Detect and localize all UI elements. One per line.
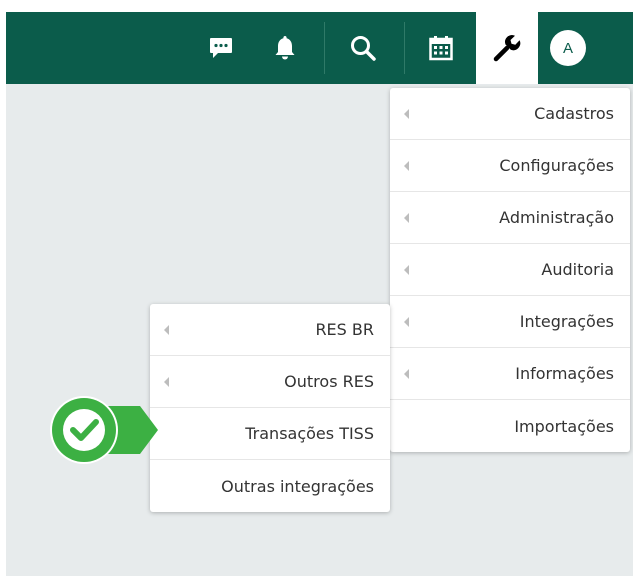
- menu-item-configuracoes[interactable]: Configurações: [390, 140, 630, 192]
- caret-left-icon: [404, 160, 409, 171]
- caret-left-icon: [164, 376, 169, 387]
- menu-item-cadastros[interactable]: Cadastros: [390, 88, 630, 140]
- checkmark-callout: [42, 392, 162, 468]
- user-menu-button[interactable]: A: [542, 12, 594, 84]
- menu-item-administracao[interactable]: Administração: [390, 192, 630, 244]
- submenu-item-label: Outras integrações: [221, 476, 374, 496]
- chat-icon: [210, 38, 232, 58]
- caret-left-icon: [404, 368, 409, 379]
- menu-item-label: Auditoria: [541, 260, 614, 279]
- caret-left-icon: [404, 264, 409, 275]
- submenu-item-transacoes-tiss[interactable]: Transações TISS: [150, 408, 390, 460]
- caret-left-icon: [404, 316, 409, 327]
- notifications-button[interactable]: [264, 12, 306, 84]
- search-button[interactable]: [338, 12, 388, 84]
- menu-item-label: Cadastros: [534, 104, 614, 123]
- toolbar-divider: [404, 22, 405, 74]
- bell-icon: [275, 36, 295, 60]
- menu-item-label: Configurações: [499, 156, 614, 175]
- caret-left-icon: [164, 324, 169, 335]
- submenu-item-label: Outros RES: [284, 372, 374, 391]
- menu-item-label: Administração: [499, 208, 614, 227]
- menu-item-label: Informações: [515, 364, 614, 383]
- submenu-item-label: RES BR: [315, 320, 374, 339]
- wrench-icon: [493, 35, 521, 62]
- menu-item-importacoes[interactable]: Importações: [390, 400, 630, 452]
- top-bar: A: [6, 12, 633, 84]
- messages-button[interactable]: [198, 12, 244, 84]
- menu-item-auditoria[interactable]: Auditoria: [390, 244, 630, 296]
- caret-left-icon: [404, 212, 409, 223]
- submenu-item-label: Transações TISS: [245, 424, 374, 443]
- tools-button[interactable]: [476, 12, 538, 84]
- menu-item-informacoes[interactable]: Informações: [390, 348, 630, 400]
- caret-left-icon: [404, 108, 409, 119]
- tools-menu: Cadastros Configurações Administração Au…: [390, 88, 630, 452]
- menu-item-integracoes[interactable]: Integrações: [390, 296, 630, 348]
- menu-item-label: Importações: [514, 416, 614, 436]
- integrations-submenu: RES BR Outros RES Transações TISS Outras…: [150, 304, 390, 512]
- checkmark-icon: [50, 396, 158, 464]
- menu-item-label: Integrações: [519, 312, 614, 331]
- toolbar-divider: [324, 22, 325, 74]
- submenu-item-res-br[interactable]: RES BR: [150, 304, 390, 356]
- search-icon: [351, 36, 376, 61]
- submenu-item-outras-integracoes[interactable]: Outras integrações: [150, 460, 390, 512]
- calendar-button[interactable]: [416, 12, 466, 84]
- calendar-icon: [429, 36, 453, 61]
- avatar: A: [550, 30, 586, 66]
- submenu-item-outros-res[interactable]: Outros RES: [150, 356, 390, 408]
